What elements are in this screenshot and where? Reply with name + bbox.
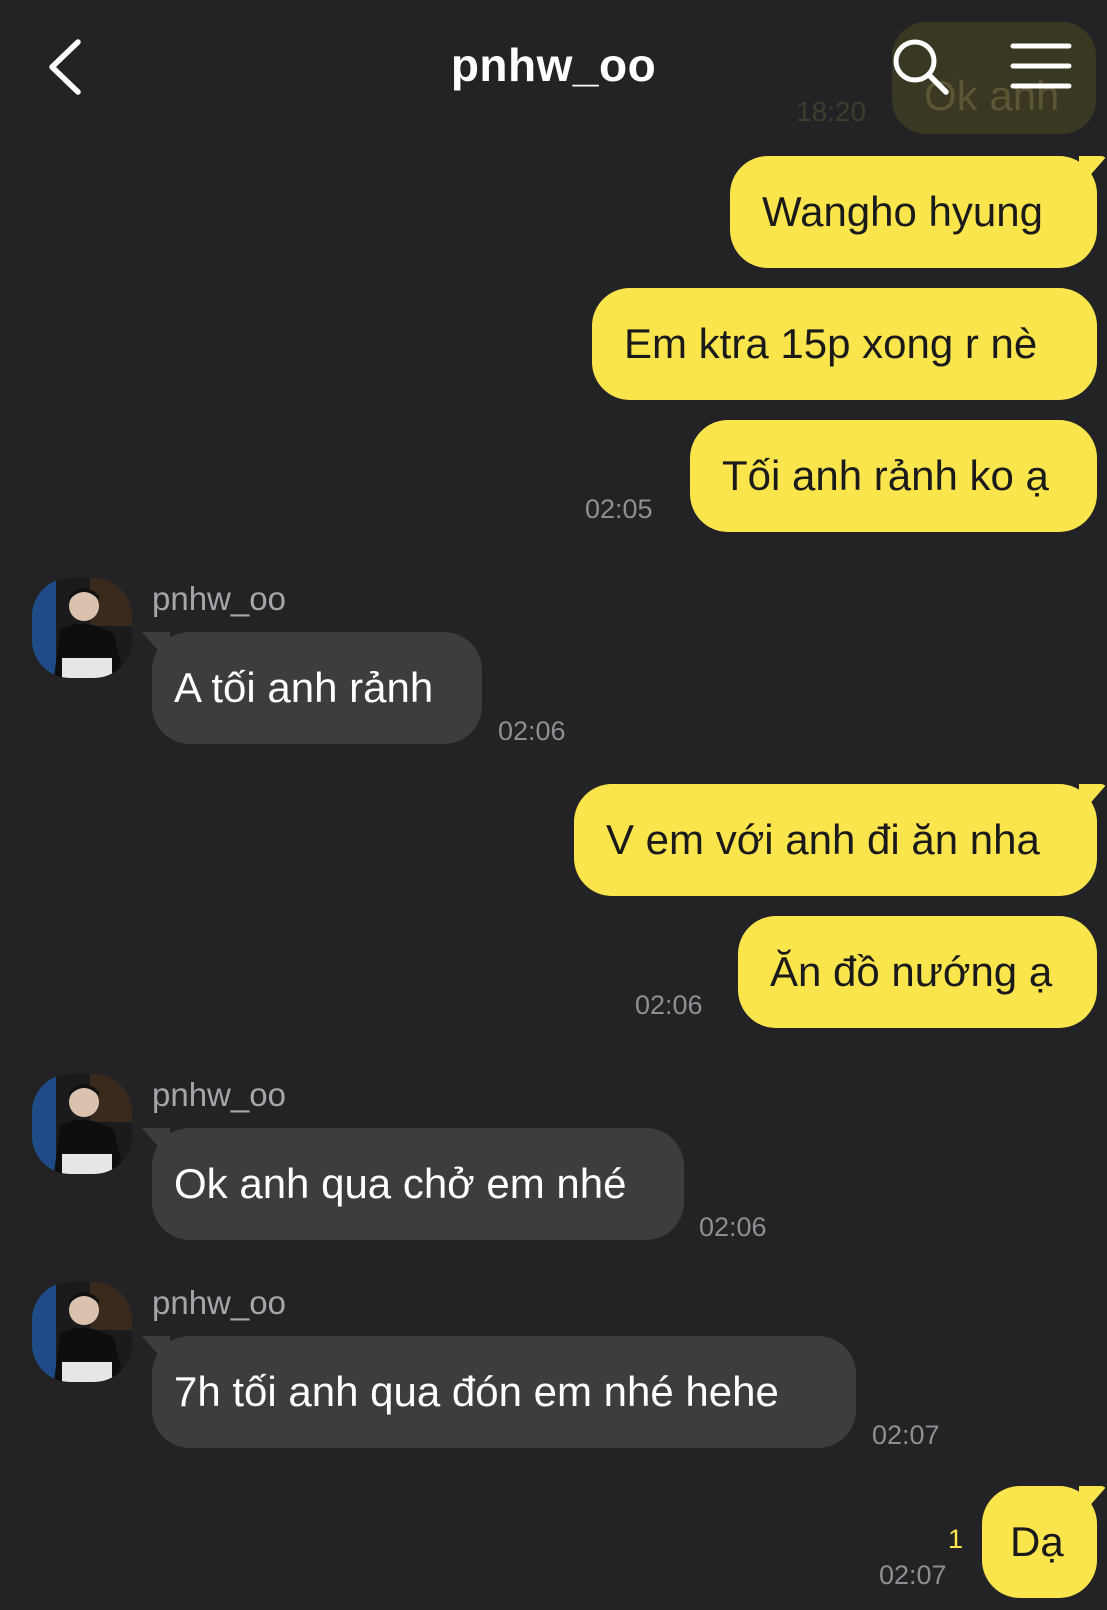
unread-count: 1 [948,1524,964,1554]
message-text: Wangho hyung [762,188,1043,235]
their-message-bubble[interactable]: 7h tối anh qua đón em nhé hehe [152,1336,856,1448]
message-text: Tối anh rảnh ko ạ [722,452,1049,499]
message-text: Em ktra 15p xong r nè [624,320,1038,367]
avatar-image [32,1282,132,1382]
their-message-bubble[interactable]: Ok anh qua chở em nhé [152,1128,684,1240]
message-time: 02:06 [635,990,703,1020]
sender-name: pnhw_oo [152,1284,286,1321]
message-text: Ăn đồ nướng ạ [770,948,1053,995]
message-text: V em với anh đi ăn nha [606,816,1040,863]
avatar-image [32,1074,132,1174]
message-text: Ok anh qua chở em nhé [174,1160,627,1207]
my-message-bubble[interactable]: Em ktra 15p xong r nè [592,288,1097,400]
sender-name: pnhw_oo [152,580,286,617]
message-text: A tối anh rảnh [174,664,434,711]
my-message-bubble[interactable]: Tối anh rảnh ko ạ [690,420,1097,532]
message-time: 02:07 [879,1560,947,1590]
avatar-image [32,578,132,678]
message-time: 02:07 [872,1420,940,1450]
search-icon[interactable] [890,36,952,98]
my-message-bubble[interactable]: Ăn đồ nướng ạ [738,916,1097,1028]
sender-name: pnhw_oo [152,1076,286,1113]
menu-icon[interactable] [1010,42,1072,90]
their-message-bubble[interactable]: A tối anh rảnh [152,632,482,744]
my-message-bubble[interactable]: Dạ [982,1486,1097,1598]
avatar[interactable] [32,578,132,678]
message-text: Dạ [1010,1518,1064,1565]
previous-message-time: 18:20 [796,96,867,127]
message-time: 02:06 [699,1212,767,1242]
message-time: 02:06 [498,716,566,746]
message-time: 02:05 [585,494,653,524]
avatar[interactable] [32,1282,132,1382]
my-message-bubble[interactable]: Wangho hyung [730,156,1097,268]
message-text: 7h tối anh qua đón em nhé hehe [174,1368,779,1415]
avatar[interactable] [32,1074,132,1174]
my-message-bubble[interactable]: V em với anh đi ăn nha [574,784,1097,896]
